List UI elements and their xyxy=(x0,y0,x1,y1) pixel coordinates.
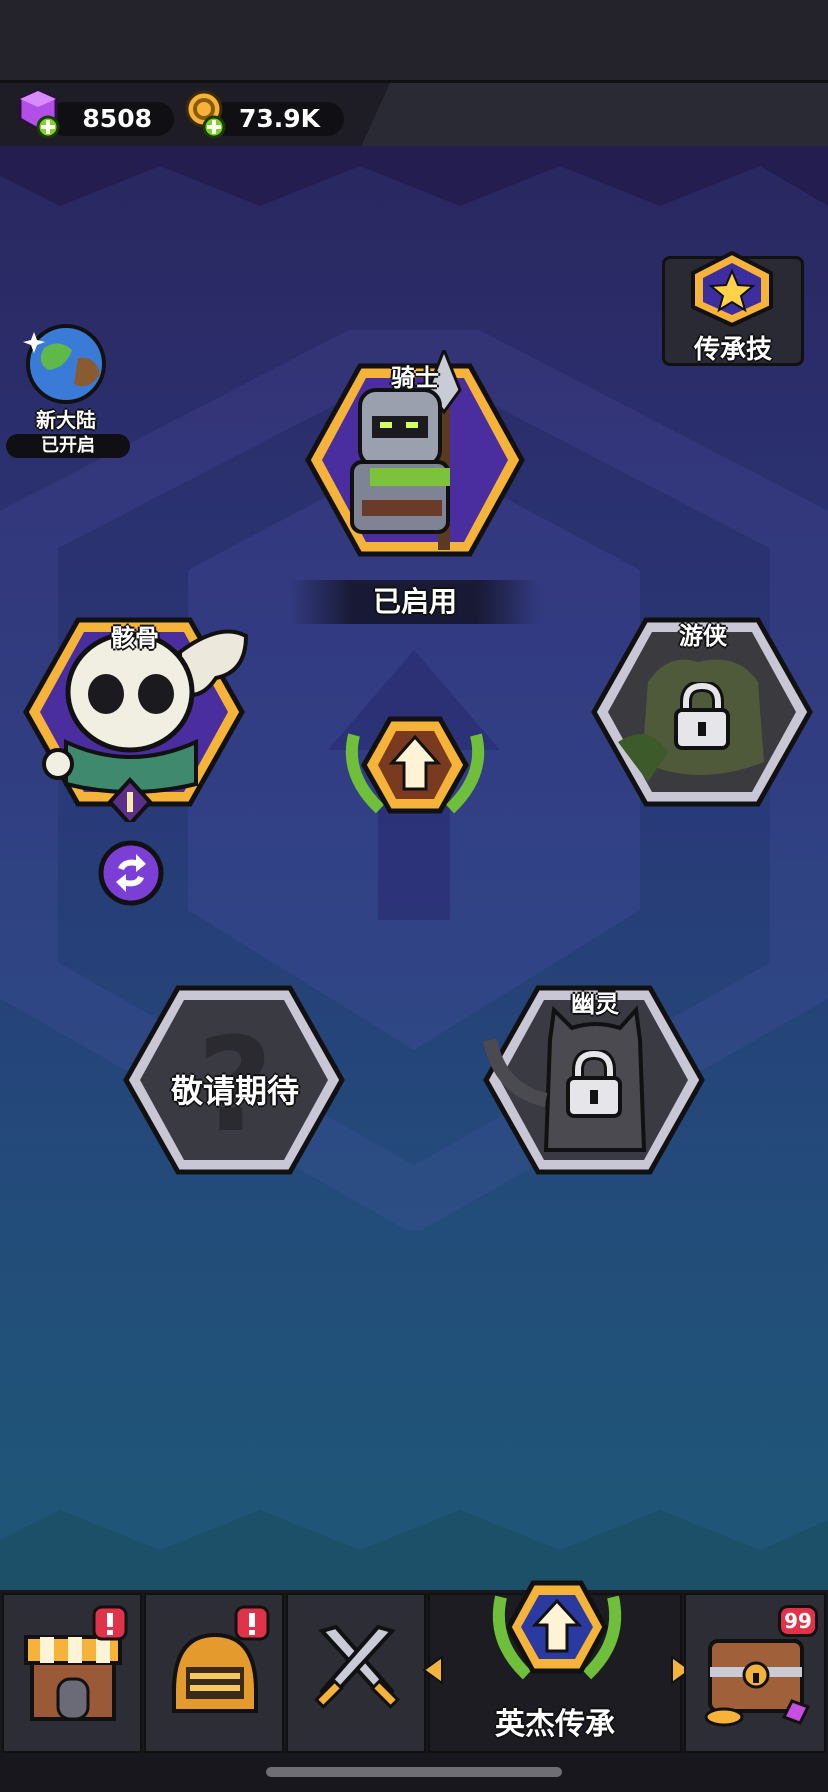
star-badge-icon xyxy=(691,251,773,327)
currency-bar: 8508 73.9K xyxy=(0,80,828,153)
upgrade-arrow-laurel-icon xyxy=(492,1580,622,1680)
status-bar xyxy=(0,0,828,80)
bottom-tab-bar: 英杰传承 99 xyxy=(0,1580,828,1792)
hero-ghost[interactable]: 幽灵 xyxy=(480,980,710,1190)
swap-icon[interactable] xyxy=(96,838,166,908)
gem-count: 8508 xyxy=(48,102,174,136)
hero-skeleton[interactable]: 骸骨 xyxy=(20,612,250,822)
hero-skeleton-name: 骸骨 xyxy=(111,624,159,652)
planet-icon xyxy=(23,324,106,404)
hero-ranger-name: 游侠 xyxy=(679,622,727,650)
hero-knight[interactable]: 骑士 xyxy=(300,350,530,570)
home-indicator xyxy=(266,1767,562,1777)
coming-soon-slot: ? 敬请期待 xyxy=(120,980,350,1190)
upgrade-arrow-laurel-icon[interactable] xyxy=(340,705,490,825)
tab-battle[interactable] xyxy=(286,1593,426,1753)
hero-knight-name: 骑士 xyxy=(391,364,439,392)
arrow-left-icon xyxy=(422,1655,443,1685)
new-land-title: 新大陆 xyxy=(36,408,96,432)
tab-chest[interactable]: 99 xyxy=(684,1593,826,1753)
lock-icon xyxy=(566,1050,622,1118)
purple-gem-plus-icon[interactable] xyxy=(18,89,64,139)
new-land-status: 已开启 xyxy=(6,434,130,458)
alert-badge-icon xyxy=(92,1605,128,1641)
chest-count-badge: 99 xyxy=(778,1605,818,1637)
crossed-swords-icon xyxy=(314,1624,400,1709)
gold-coin-plus-icon[interactable] xyxy=(184,89,230,139)
background-zigzag-bottom xyxy=(0,1510,828,1600)
legacy-skill-button[interactable]: 传承技 xyxy=(662,251,804,366)
gold-count: 73.9K xyxy=(210,102,344,136)
hero-ranger[interactable]: 游侠 xyxy=(588,612,818,822)
currency-bar-panel xyxy=(360,83,828,149)
tab-legacy[interactable]: 英杰传承 xyxy=(422,1580,692,1753)
tab-legacy-label: 英杰传承 xyxy=(495,1707,615,1742)
new-land-indicator[interactable]: 新大陆 已开启 xyxy=(4,318,130,458)
tab-equipment[interactable] xyxy=(144,1593,284,1753)
background-zigzag-top xyxy=(0,146,828,206)
tab-shop[interactable] xyxy=(2,1593,142,1753)
alert-badge-icon xyxy=(234,1605,270,1641)
lock-icon xyxy=(674,682,730,750)
hero-ghost-name: 幽灵 xyxy=(571,990,619,1018)
legacy-skill-label: 传承技 xyxy=(693,335,772,365)
treasure-chest-icon xyxy=(704,1639,811,1727)
coming-soon-text: 敬请期待 xyxy=(170,1072,299,1110)
hero-knight-status: 已启用 xyxy=(290,580,540,624)
